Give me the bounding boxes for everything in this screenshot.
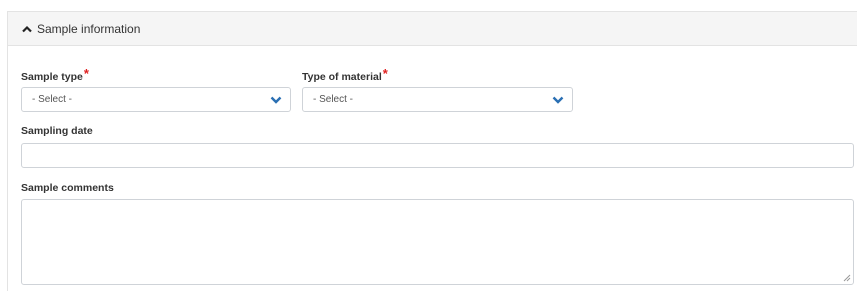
type-of-material-label-text: Type of material (302, 71, 382, 83)
type-of-material-select[interactable]: - Select - (302, 87, 573, 112)
chevron-down-icon (270, 96, 282, 104)
panel-title: Sample information (37, 21, 141, 36)
resize-handle-icon[interactable] (843, 274, 851, 282)
sample-type-select[interactable]: - Select - (21, 87, 291, 112)
sample-comments-textarea[interactable] (21, 199, 854, 285)
required-marker: * (83, 66, 89, 81)
type-of-material-value: - Select - (313, 94, 354, 105)
type-of-material-label: Type of material* (302, 66, 388, 83)
required-marker: * (382, 66, 388, 81)
chevron-down-icon (552, 96, 564, 104)
sample-type-label-text: Sample type (21, 71, 83, 83)
sample-type-value: - Select - (32, 94, 73, 105)
sample-type-label: Sample type* (21, 66, 89, 83)
chevron-up-icon (22, 25, 32, 32)
sampling-date-input[interactable] (21, 143, 854, 168)
panel-header-toggle[interactable]: Sample information (8, 11, 857, 46)
sample-comments-label: Sample comments (21, 182, 114, 194)
sampling-date-label: Sampling date (21, 125, 93, 137)
